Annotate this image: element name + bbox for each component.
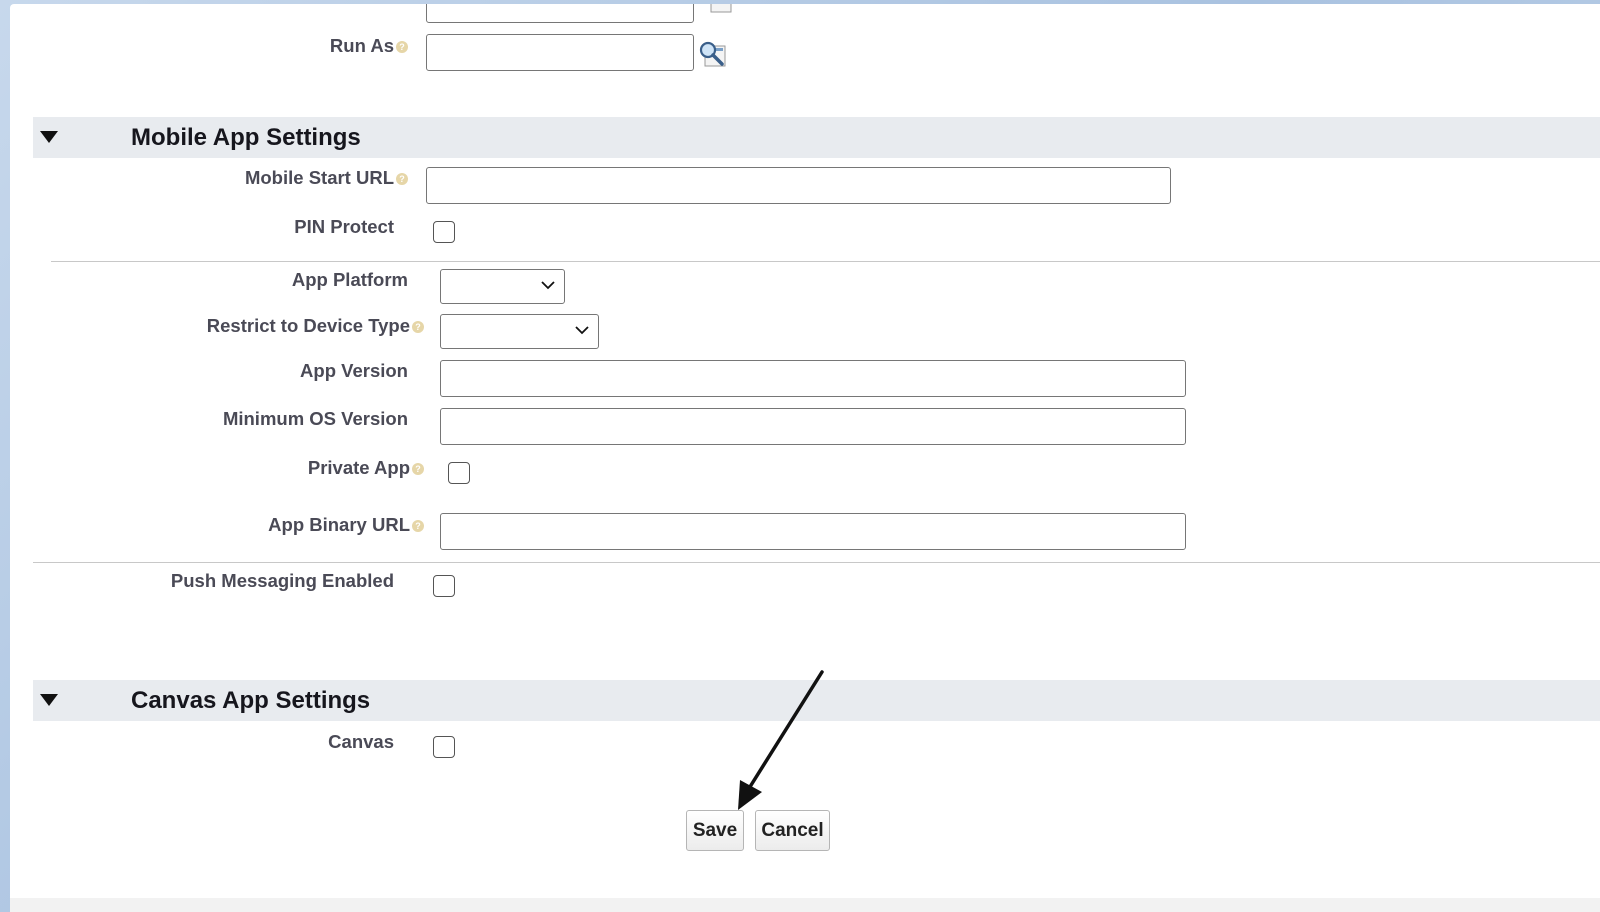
mobile-start-url-input[interactable] [426,167,1171,204]
cancel-button[interactable]: Cancel [755,810,830,851]
minimum-os-version-input[interactable] [440,408,1186,445]
mobile-app-settings-header[interactable]: Mobile App Settings [33,117,1600,158]
minimum-os-version-label: Minimum OS Version [222,408,408,429]
page-footer-strip [10,898,1600,912]
help-icon[interactable]: ? [396,41,408,54]
app-binary-url-label: App Binary URL? [268,514,424,536]
app-version-label: App Version [300,360,408,381]
lookup-search-icon[interactable] [702,4,734,16]
mobile-start-url-label-text: Mobile Start URL [244,167,394,188]
private-app-checkbox[interactable] [448,462,470,484]
section-divider [33,562,1600,563]
push-messaging-enabled-label: Push Messaging Enabled [170,570,394,591]
private-app-label: Private App? [308,457,424,479]
run-as-label: Run As? [330,35,408,57]
restrict-device-type-label-text: Restrict to Device Type [206,315,410,336]
help-icon[interactable]: ? [412,321,424,334]
pin-protect-label: PIN Protect [294,216,394,237]
chevron-down-icon [541,281,555,290]
canvas-checkbox[interactable] [433,736,455,758]
section-divider [51,261,1600,262]
help-icon[interactable]: ? [396,173,408,186]
app-platform-label: App Platform [291,269,408,290]
app-version-input[interactable] [440,360,1186,397]
mobile-app-settings-title: Mobile App Settings [131,124,361,151]
private-app-label-text: Private App [307,457,410,478]
app-binary-url-label-text: App Binary URL [268,514,410,535]
restrict-device-type-select[interactable] [440,314,599,349]
app-binary-url-input[interactable] [440,513,1186,550]
previous-field-input[interactable] [426,4,694,23]
canvas-app-settings-title: Canvas App Settings [131,687,371,714]
restrict-device-type-label: Restrict to Device Type? [207,315,424,337]
lookup-search-icon[interactable] [696,38,728,70]
help-icon[interactable]: ? [412,520,424,533]
help-icon[interactable]: ? [412,463,424,476]
chevron-down-icon [575,326,589,335]
push-messaging-enabled-checkbox[interactable] [433,575,455,597]
canvas-app-settings-header[interactable]: Canvas App Settings [33,680,1600,721]
collapse-triangle-icon[interactable] [39,129,59,145]
mobile-start-url-label: Mobile Start URL? [245,167,408,189]
run-as-input[interactable] [426,34,694,71]
save-button[interactable]: Save [686,810,744,851]
collapse-triangle-icon[interactable] [39,692,59,708]
pin-protect-checkbox[interactable] [433,221,455,243]
run-as-label-text: Run As [329,35,394,56]
app-settings-form: Run As? Mobile App Settings Mobile Start… [10,4,1600,912]
canvas-label: Canvas [328,731,394,752]
app-platform-select[interactable] [440,269,565,304]
